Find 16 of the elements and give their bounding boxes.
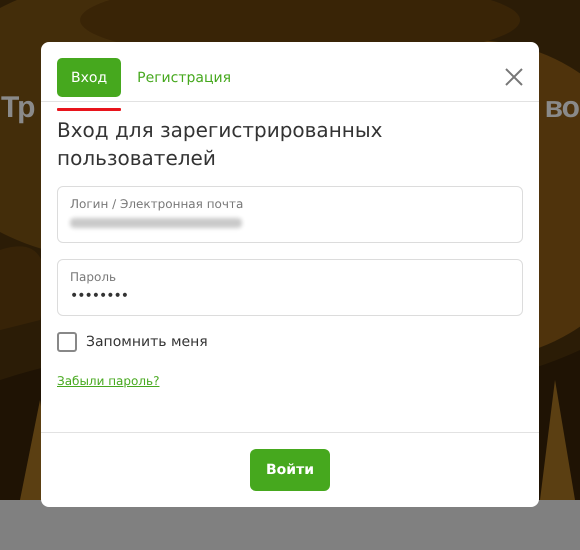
close-button[interactable] <box>505 68 523 86</box>
active-tab-underline <box>57 108 122 111</box>
tab[interactable]: Вход <box>57 58 122 97</box>
input-field[interactable]: Пароль •••••••• <box>57 259 523 316</box>
tab[interactable]: Регистрация <box>125 58 244 97</box>
forgot-password-link[interactable]: Забыли пароль? <box>57 374 160 388</box>
checkbox[interactable] <box>57 332 77 352</box>
dialog-title: Вход для зарегистрированных пользователей <box>57 117 384 172</box>
checkbox-label: Запомнить меня <box>86 334 208 350</box>
heading-text: Тр <box>1 90 35 126</box>
field-label: Пароль <box>70 269 118 285</box>
input-field[interactable]: Логин / Электронная почта <box>57 186 523 243</box>
login-button[interactable]: Войти <box>250 449 330 491</box>
field-label: Логин / Электронная почта <box>70 196 244 212</box>
heading-text: во <box>544 90 579 126</box>
password-dots: •••••••• <box>70 288 130 304</box>
